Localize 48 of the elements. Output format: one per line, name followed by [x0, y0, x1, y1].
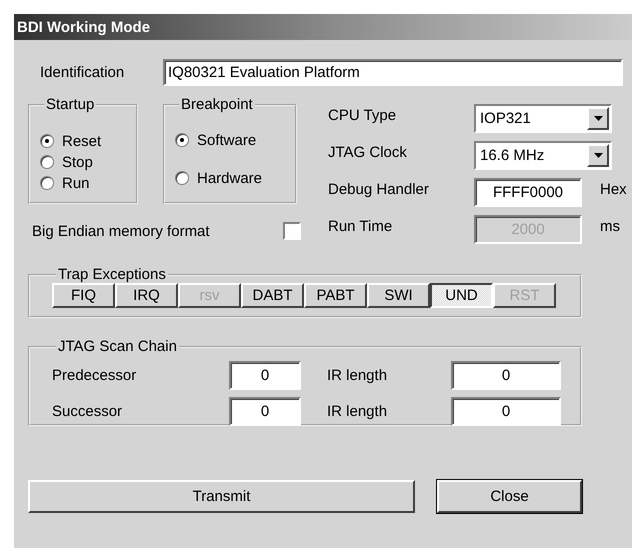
- caret-icon: [594, 153, 602, 158]
- radio-label[interactable]: Stop: [62, 154, 93, 170]
- unit-label: ms: [600, 218, 621, 235]
- toggle-button[interactable]: SWI: [367, 283, 430, 308]
- radio-label[interactable]: Hardware: [197, 170, 262, 186]
- caret-icon: [594, 116, 602, 121]
- toggle-button[interactable]: DABT: [241, 283, 304, 308]
- ir-length-label: IR length: [327, 402, 388, 420]
- window-title: BDI Working Mode: [17, 18, 150, 36]
- push-button[interactable]: Close: [437, 480, 582, 513]
- setting-label: CPU Type: [328, 107, 398, 124]
- text-field[interactable]: 0: [451, 396, 561, 426]
- setting-label: Debug Handler: [328, 181, 430, 198]
- toggle-button[interactable]: PABT: [304, 283, 367, 308]
- setting-label: JTAG Clock: [328, 144, 408, 161]
- dropdown-arrow-button[interactable]: [587, 144, 609, 167]
- group-title: JTAG Scan Chain: [57, 338, 178, 355]
- group-title: Startup: [45, 96, 96, 113]
- scan-label: Predecessor: [52, 366, 138, 384]
- text-field[interactable]: FFFF0000: [474, 178, 582, 207]
- radio-button[interactable]: [175, 133, 189, 147]
- radio-button[interactable]: [175, 171, 189, 185]
- group-title: Trap Exceptions: [57, 266, 167, 283]
- dropdown[interactable]: IOP321: [474, 104, 612, 133]
- checkbox[interactable]: [283, 222, 301, 240]
- dropdown[interactable]: 16.6 MHz: [474, 141, 612, 170]
- radio-button[interactable]: [40, 134, 54, 148]
- radio-button[interactable]: [40, 155, 54, 169]
- text-field[interactable]: 0: [451, 360, 561, 390]
- identification-label: Identification: [40, 64, 126, 80]
- radio-label[interactable]: Software: [197, 132, 256, 148]
- text-field[interactable]: 0: [229, 360, 301, 390]
- radio-label[interactable]: Run: [62, 174, 90, 192]
- group-title: Breakpoint: [180, 96, 254, 113]
- big-endian-label: Big Endian memory format: [32, 222, 210, 240]
- scan-label: Successor: [52, 402, 124, 420]
- toggle-button[interactable]: IRQ: [115, 283, 178, 308]
- toggle-button[interactable]: FIQ: [52, 283, 115, 308]
- setting-label: Run Time: [328, 218, 394, 235]
- unit-label: Hex: [600, 181, 627, 198]
- identification-field[interactable]: IQ80321 Evaluation Platform: [163, 58, 623, 86]
- ir-length-label: IR length: [327, 366, 388, 384]
- radio-label[interactable]: Reset: [62, 132, 102, 150]
- push-button[interactable]: Transmit: [28, 480, 415, 513]
- text-field[interactable]: 0: [229, 396, 301, 426]
- radio-button[interactable]: [40, 176, 54, 190]
- dropdown-arrow-button[interactable]: [587, 107, 609, 130]
- toggle-button[interactable]: UND: [430, 283, 493, 308]
